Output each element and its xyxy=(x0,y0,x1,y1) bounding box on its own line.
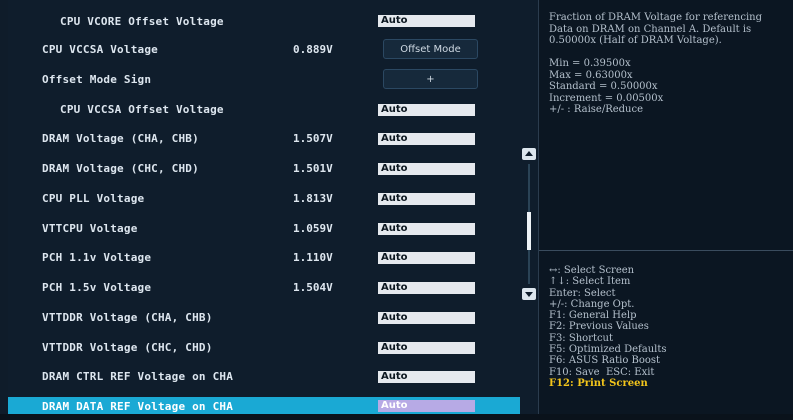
offset-sign-button[interactable]: + xyxy=(383,69,478,89)
setting-field[interactable]: Auto xyxy=(378,282,475,294)
setting-field[interactable]: Auto xyxy=(378,312,475,324)
setting-field[interactable]: Auto xyxy=(378,104,475,116)
setting-label: VTTDDR Voltage (CHC, CHD) xyxy=(42,341,213,354)
settings-panel: CPU VCORE Offset Voltage Auto CPU VCCSA … xyxy=(8,0,538,420)
setting-label: CPU VCCSA Offset Voltage xyxy=(60,103,224,116)
row-dram-data-ref-voltage-cha[interactable]: DRAM DATA REF Voltage on CHA Auto xyxy=(8,397,520,415)
setting-field[interactable]: Auto xyxy=(378,193,475,205)
setting-value: 1.059V xyxy=(293,222,333,235)
setting-label: CPU VCORE Offset Voltage xyxy=(60,15,224,28)
setting-value: 1.501V xyxy=(293,162,333,175)
setting-label: DRAM Voltage (CHC, CHD) xyxy=(42,162,199,175)
row-cpu-vccsa-offset-voltage[interactable]: CPU VCCSA Offset Voltage Auto xyxy=(8,95,520,124)
setting-label: CPU PLL Voltage xyxy=(42,192,145,205)
setting-field[interactable]: Auto xyxy=(378,371,475,383)
row-pch-1-5v-voltage[interactable]: PCH 1.5v Voltage 1.504V Auto xyxy=(8,273,520,302)
key-print-screen: F12: Print Screen xyxy=(549,377,648,389)
setting-value: 0.889V xyxy=(293,43,333,56)
scroll-up-arrow-icon[interactable] xyxy=(522,148,536,160)
setting-field[interactable]: Auto xyxy=(378,342,475,354)
key-previous-values: F2: Previous Values xyxy=(549,321,649,333)
setting-label: PCH 1.5v Voltage xyxy=(42,281,152,294)
bottom-edge xyxy=(0,414,793,420)
setting-field[interactable]: Auto xyxy=(378,15,475,27)
setting-label: VTTDDR Voltage (CHA, CHB) xyxy=(42,311,213,324)
setting-label: DRAM DATA REF Voltage on CHA xyxy=(42,399,234,413)
row-cpu-vcore-offset-voltage[interactable]: CPU VCORE Offset Voltage Auto xyxy=(8,7,520,36)
row-dram-voltage-chc-chd[interactable]: DRAM Voltage (CHC, CHD) 1.501V Auto xyxy=(8,154,520,183)
key-select-screen: ↔: Select Screen xyxy=(549,265,635,276)
help-divider xyxy=(539,250,793,251)
help-panel: Fraction of DRAM Voltage for referencing… xyxy=(538,0,793,420)
key-general-help: F1: General Help xyxy=(549,310,637,322)
setting-value: 1.507V xyxy=(293,132,333,145)
setting-label: Offset Mode Sign xyxy=(42,73,152,86)
offset-mode-button[interactable]: Offset Mode xyxy=(383,39,478,59)
setting-value: 1.110V xyxy=(293,251,333,264)
row-cpu-vccsa-voltage[interactable]: CPU VCCSA Voltage 0.889V Offset Mode xyxy=(8,35,520,64)
setting-label: CPU VCCSA Voltage xyxy=(42,43,158,56)
setting-value: 1.813V xyxy=(293,192,333,205)
row-vttddr-voltage-chc-chd[interactable]: VTTDDR Voltage (CHC, CHD) Auto xyxy=(8,333,520,362)
key-shortcut: F3: Shortcut xyxy=(549,332,614,344)
scrollbar-thumb[interactable] xyxy=(527,212,531,250)
setting-label: VTTCPU Voltage xyxy=(42,222,138,235)
key-change-opt: +/-: Change Opt. xyxy=(549,298,635,310)
key-ratio-boost: F6: ASUS Ratio Boost xyxy=(549,355,661,367)
key-legend: ↔: Select Screen ↑↓: Select Item Enter: … xyxy=(549,265,789,389)
setting-label: DRAM CTRL REF Voltage on CHA xyxy=(42,370,234,383)
setting-field[interactable]: Auto xyxy=(378,223,475,235)
setting-value: 1.504V xyxy=(293,281,333,294)
setting-label: PCH 1.1v Voltage xyxy=(42,251,152,264)
setting-field[interactable]: Auto xyxy=(378,133,475,145)
setting-field[interactable]: Auto xyxy=(378,252,475,264)
key-optimized-defaults: F5: Optimized Defaults xyxy=(549,344,667,356)
key-select-item: ↑↓: Select Item xyxy=(549,276,631,288)
row-vttcpu-voltage[interactable]: VTTCPU Voltage 1.059V Auto xyxy=(8,214,520,243)
row-dram-ctrl-ref-voltage-cha[interactable]: DRAM CTRL REF Voltage on CHA Auto xyxy=(8,362,520,391)
help-description: Fraction of DRAM Voltage for referencing… xyxy=(549,12,763,115)
key-save-exit: F10: Save ESC: Exit xyxy=(549,366,655,378)
scroll-down-arrow-icon[interactable] xyxy=(522,288,536,300)
row-vttddr-voltage-cha-chb[interactable]: VTTDDR Voltage (CHA, CHB) Auto xyxy=(8,303,520,332)
row-pch-1-1v-voltage[interactable]: PCH 1.1v Voltage 1.110V Auto xyxy=(8,243,520,272)
row-offset-mode-sign[interactable]: Offset Mode Sign + xyxy=(8,65,520,94)
setting-label: DRAM Voltage (CHA, CHB) xyxy=(42,132,199,145)
setting-field[interactable]: Auto xyxy=(378,163,475,175)
key-enter-select: Enter: Select xyxy=(549,287,616,299)
setting-field[interactable]: Auto xyxy=(378,400,475,412)
row-cpu-pll-voltage[interactable]: CPU PLL Voltage 1.813V Auto xyxy=(8,184,520,213)
row-dram-voltage-cha-chb[interactable]: DRAM Voltage (CHA, CHB) 1.507V Auto xyxy=(8,124,520,153)
